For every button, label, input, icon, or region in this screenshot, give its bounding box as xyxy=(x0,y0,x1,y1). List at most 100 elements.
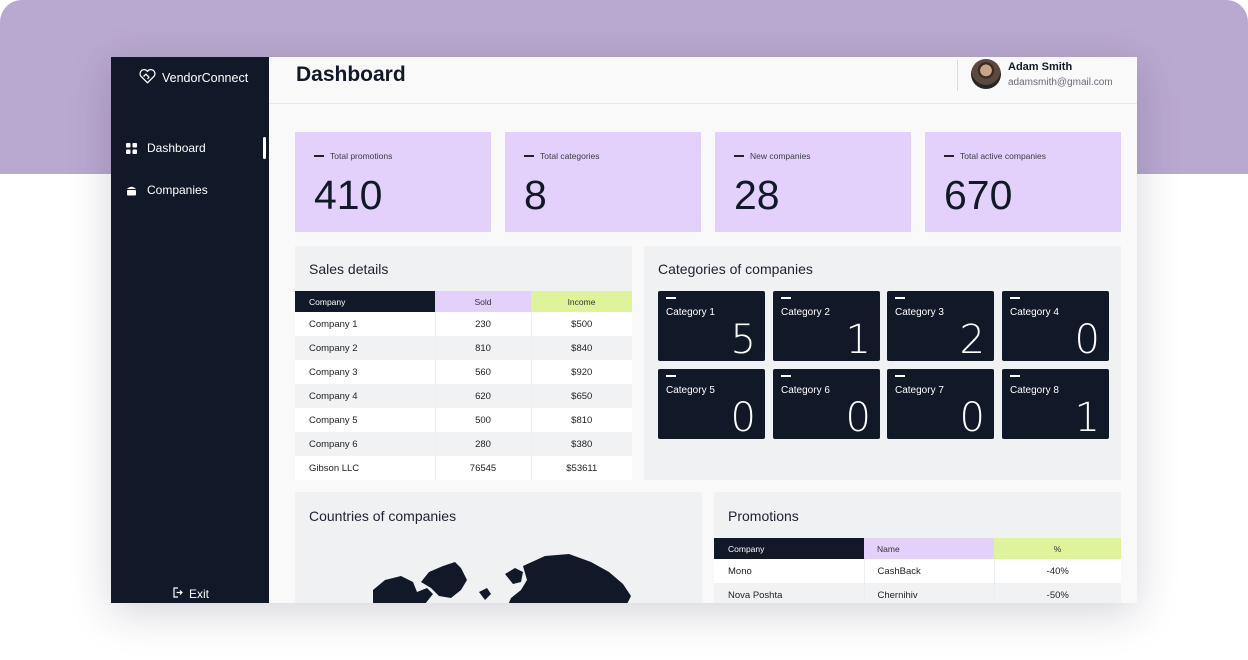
user-email: adamsmith@gmail.com xyxy=(1008,77,1113,88)
categories-panel: Categories of companies Category 1 5 Cate… xyxy=(644,246,1121,480)
category-name: Category 3 xyxy=(895,307,944,318)
cell-company: Gibson LLC xyxy=(295,456,435,480)
category-count: 1 xyxy=(1074,395,1100,441)
category-name: Category 7 xyxy=(895,385,944,396)
category-count: 0 xyxy=(730,395,756,441)
handshake-heart-icon xyxy=(138,67,157,89)
grid-icon xyxy=(126,142,137,154)
panel-title: Sales details xyxy=(309,261,389,277)
divider xyxy=(957,60,958,91)
cell-income: $810 xyxy=(530,408,632,432)
cell-percent: -40% xyxy=(993,559,1121,583)
sidebar-item-dashboard[interactable]: Dashboard xyxy=(126,141,206,155)
brand-logo[interactable]: VendorConnect xyxy=(138,67,248,89)
column-header[interactable]: Company xyxy=(295,291,435,312)
cell-name: Chernihiv xyxy=(863,583,994,603)
cell-income: $840 xyxy=(530,336,632,360)
category-count: 0 xyxy=(845,395,871,441)
category-tile-8[interactable]: Category 8 1 xyxy=(1002,369,1109,441)
category-tile-6[interactable]: Category 6 0 xyxy=(773,369,880,441)
promotions-table: Company Name % Mono CashBack -40% Nova Pos… xyxy=(714,538,1121,603)
table-row[interactable]: Mono CashBack -40% xyxy=(714,559,1121,583)
category-tile-4[interactable]: Category 4 0 xyxy=(1002,291,1109,363)
sidebar: VendorConnect Dashboard Companies Exit xyxy=(111,57,269,603)
category-count: 0 xyxy=(1074,317,1100,363)
column-header[interactable]: Income xyxy=(531,291,632,312)
category-tile-7[interactable]: Category 7 0 xyxy=(887,369,994,441)
countries-panel: Countries of companies xyxy=(295,492,702,603)
cell-sold: 620 xyxy=(434,384,531,408)
category-tile-3[interactable]: Category 3 2 xyxy=(887,291,994,363)
stat-value: 410 xyxy=(314,172,383,218)
cell-sold: 280 xyxy=(434,432,531,456)
user-name: Adam Smith xyxy=(1008,61,1073,73)
stat-card-total-promotions: Total promotions 410 xyxy=(295,132,491,232)
category-tile-5[interactable]: Category 5 0 xyxy=(658,369,765,441)
cell-sold: 810 xyxy=(434,336,531,360)
cell-company: Nova Poshta xyxy=(714,583,864,603)
category-name: Category 8 xyxy=(1010,385,1059,396)
table-row[interactable]: Company 2 810 $840 xyxy=(295,336,632,360)
top-header: Dashboard Adam Smith adamsmith@gmail.com xyxy=(269,57,1137,104)
table-row[interactable]: Company 6 280 $380 xyxy=(295,432,632,456)
category-name: Category 6 xyxy=(781,385,830,396)
cell-company: Company 3 xyxy=(295,360,435,384)
cell-company: Company 1 xyxy=(295,312,435,336)
cell-company: Mono xyxy=(714,559,864,583)
active-indicator xyxy=(263,137,266,159)
exit-label: Exit xyxy=(189,587,210,601)
cell-sold: 500 xyxy=(434,408,531,432)
stat-value: 28 xyxy=(734,172,780,218)
table-row[interactable]: Nova Poshta Chernihiv -50% xyxy=(714,583,1121,603)
stat-value: 670 xyxy=(944,172,1013,218)
logout-icon xyxy=(172,587,183,601)
panel-title: Countries of companies xyxy=(309,508,457,524)
brand-name: VendorConnect xyxy=(162,71,249,85)
world-map[interactable] xyxy=(355,532,635,603)
sidebar-item-companies[interactable]: Companies xyxy=(126,183,208,197)
cell-sold: 560 xyxy=(434,360,531,384)
app-window: VendorConnect Dashboard Companies Exit D… xyxy=(111,57,1137,603)
category-count: 1 xyxy=(845,317,871,363)
cell-income: $53611 xyxy=(530,456,632,480)
cell-company: Company 6 xyxy=(295,432,435,456)
stat-card-new-companies: New companies 28 xyxy=(715,132,911,232)
category-tile-2[interactable]: Category 2 1 xyxy=(773,291,880,363)
cell-company: Company 2 xyxy=(295,336,435,360)
stat-value: 8 xyxy=(524,172,547,218)
column-header[interactable]: % xyxy=(994,538,1121,559)
stat-label: Total promotions xyxy=(330,151,393,161)
sidebar-item-label: Companies xyxy=(147,183,208,197)
cell-income: $500 xyxy=(530,312,632,336)
table-row[interactable]: Company 3 560 $920 xyxy=(295,360,632,384)
cell-percent: -50% xyxy=(993,583,1121,603)
table-row[interactable]: Company 1 230 $500 xyxy=(295,312,632,336)
cell-company: Company 4 xyxy=(295,384,435,408)
table-row[interactable]: Gibson LLC 76545 $53611 xyxy=(295,456,632,480)
column-header[interactable]: Sold xyxy=(435,291,531,312)
category-name: Category 1 xyxy=(666,307,715,318)
exit-button[interactable]: Exit xyxy=(172,587,209,601)
stat-card-total-active-companies: Total active companies 670 xyxy=(925,132,1121,232)
page-title: Dashboard xyxy=(296,63,406,86)
building-icon xyxy=(126,185,137,196)
stat-label: New companies xyxy=(750,151,811,161)
stat-label: Total active companies xyxy=(960,151,1046,161)
cell-sold: 230 xyxy=(434,312,531,336)
cell-income: $650 xyxy=(530,384,632,408)
stat-card-total-categories: Total categories 8 xyxy=(505,132,701,232)
table-row[interactable]: Company 4 620 $650 xyxy=(295,384,632,408)
category-tile-1[interactable]: Category 1 5 xyxy=(658,291,765,363)
column-header[interactable]: Name xyxy=(864,538,994,559)
column-header[interactable]: Company xyxy=(714,538,864,559)
sales-table: Company Sold Income Company 1 230 $500 Com… xyxy=(295,291,632,480)
table-row[interactable]: Company 5 500 $810 xyxy=(295,408,632,432)
category-count: 5 xyxy=(730,317,756,363)
cell-income: $380 xyxy=(530,432,632,456)
category-count: 2 xyxy=(959,317,985,363)
category-name: Category 2 xyxy=(781,307,830,318)
promotions-panel: Promotions Company Name % Mono CashBack -4… xyxy=(714,492,1121,603)
cell-name: CashBack xyxy=(863,559,994,583)
avatar[interactable] xyxy=(971,59,1001,89)
category-name: Category 4 xyxy=(1010,307,1059,318)
